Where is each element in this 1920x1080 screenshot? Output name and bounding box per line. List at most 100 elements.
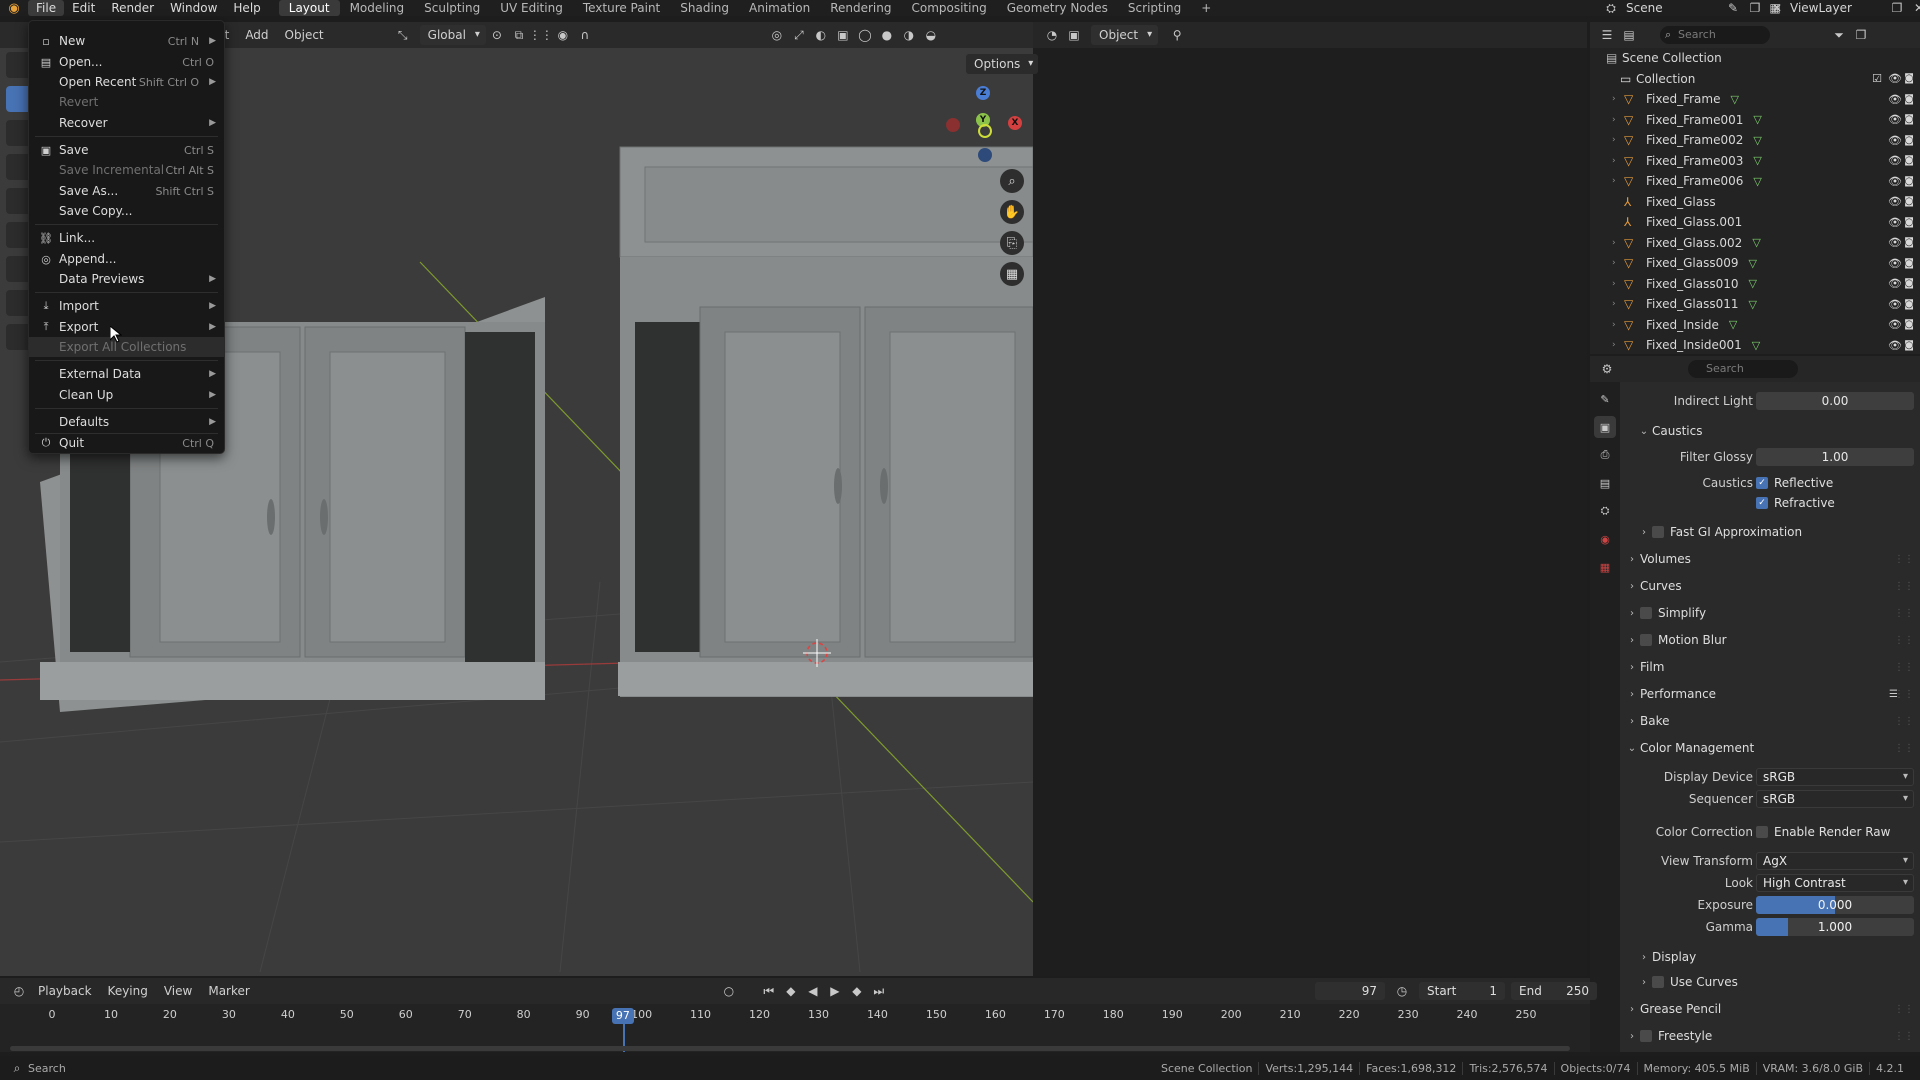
display-subsection[interactable]: › Display [1624,946,1918,968]
expand-arrow-icon[interactable]: › [1612,156,1624,166]
gizmo-toggle-icon[interactable]: ⤢ [790,26,808,44]
menu-marker[interactable]: Marker [200,981,257,1001]
drag-handle-icon[interactable]: ⋮⋮ [1894,662,1914,673]
menu-item-import[interactable]: ⤓ Import ▶ [29,296,224,316]
rendered-shading-icon[interactable]: ◒ [922,26,940,44]
outliner-object-row[interactable]: › ▽ Fixed_Frame001 ▽ 👁 ◙ [1590,110,1920,131]
view-transform-dropdown[interactable]: AgX [1756,852,1914,870]
look-dropdown[interactable]: High Contrast [1756,874,1914,892]
outliner-object-row[interactable]: ⅄ Fixed_Glass.001 👁 ◙ [1590,212,1920,233]
close-layer-icon[interactable]: ✕ [1910,0,1920,17]
tab-scripting[interactable]: Scripting [1118,0,1191,16]
eye-icon[interactable]: 👁 [1888,216,1902,229]
freestyle-checkbox[interactable] [1640,1030,1652,1042]
camera-icon[interactable]: ◙ [1904,340,1914,351]
exposure-slider[interactable]: 0.000 [1756,896,1914,914]
drag-handle-icon[interactable]: ⋮⋮ [1894,554,1914,565]
outliner-object-row[interactable]: › ▽ Fixed_Frame003 ▽ 👁 ◙ [1590,151,1920,172]
camera-icon[interactable]: ◙ [1904,114,1914,125]
empty-editor-area[interactable] [1033,22,1587,976]
mesh-data-icon[interactable]: ▽ [1752,236,1760,249]
outliner-collection[interactable]: ▭ Collection ☑ 👁 ◙ [1590,69,1920,90]
mesh-data-icon[interactable]: ▽ [1753,113,1761,126]
use-curves-subsection[interactable]: › Use Curves [1624,971,1918,993]
view-layer-tab-icon[interactable]: ▤ [1594,472,1616,494]
drag-handle-icon[interactable]: ⋮⋮ [1894,689,1914,700]
tab-animation[interactable]: Animation [739,0,820,16]
transform-orientation-dropdown[interactable]: Global [419,25,486,45]
filter-glossy-field[interactable]: 1.00 [1756,448,1914,466]
mesh-data-icon[interactable]: ▽ [1749,277,1757,290]
mesh-data-icon[interactable]: ▽ [1729,318,1737,331]
current-frame-indicator[interactable]: 97 [611,1008,634,1024]
duplicate-scene-icon[interactable]: ❐ [1746,0,1764,17]
eye-icon[interactable]: 👁 [1888,257,1902,270]
menu-playback[interactable]: Playback [30,981,100,1001]
outliner-object-row[interactable]: › ▽ Fixed_Glass011 ▽ 👁 ◙ [1590,294,1920,315]
outliner-search-input[interactable]: Search [1660,26,1770,44]
menu-item-clean-up[interactable]: Clean Up ▶ [29,385,224,405]
new-collection-icon[interactable]: ❐ [1852,26,1870,44]
properties-search-input[interactable]: Search [1688,360,1798,378]
eye-icon[interactable]: 👁 [1888,298,1902,311]
editor-type-icon[interactable]: ◴ [10,982,28,1000]
mesh-data-icon[interactable]: ▽ [1749,298,1757,311]
simplify-checkbox[interactable] [1640,607,1652,619]
texture-tab-icon[interactable]: ▦ [1594,556,1616,578]
menu-item-save[interactable]: ▣ Save Ctrl S [29,140,224,160]
output-tab-icon[interactable]: ⎙ [1594,444,1616,466]
display-device-dropdown[interactable]: sRGB [1756,768,1914,786]
eye-icon[interactable]: 👁 [1888,195,1902,208]
next-keyframe-icon[interactable]: ◆ [848,982,866,1000]
blender-logo-icon[interactable]: ◉ [0,0,28,16]
volumes-section[interactable]: › Volumes ⋮⋮ [1624,548,1918,570]
menu-render[interactable]: Render [103,0,162,16]
eye-icon[interactable]: 👁 [1888,154,1902,167]
camera-icon[interactable]: ◙ [1904,135,1914,146]
expand-arrow-icon[interactable]: › [1612,238,1624,248]
menu-object[interactable]: Object [277,25,332,45]
editor-type-icon[interactable]: ⚙ [1598,360,1616,378]
expand-arrow-icon[interactable]: › [1612,115,1624,125]
tab-rendering[interactable]: Rendering [820,0,901,16]
menu-item-external-data[interactable]: External Data ▶ [29,364,224,384]
menu-item-defaults[interactable]: Defaults ▶ [29,412,224,432]
end-frame-field[interactable]: End 250 [1511,982,1597,1000]
menu-item-data-previews[interactable]: Data Previews ▶ [29,269,224,289]
tab-texture-paint[interactable]: Texture Paint [573,0,670,16]
eye-icon[interactable]: 👁 [1888,339,1902,352]
mode-dropdown[interactable]: Object [1091,25,1159,45]
menu-help[interactable]: Help [225,0,268,16]
fast-gi-checkbox[interactable] [1652,526,1664,538]
outliner-object-row[interactable]: › ▽ Fixed_Inside001 ▽ 👁 ◙ [1590,335,1920,354]
stopwatch-icon[interactable]: ◷ [1393,982,1411,1000]
snap-grid-icon[interactable]: ⋮⋮ [529,26,553,44]
color-management-section[interactable]: ⌄ Color Management ⋮⋮ [1624,737,1918,759]
drag-handle-icon[interactable]: ⋮⋮ [1894,743,1914,754]
view-layer-name[interactable]: ViewLayer [1786,1,1886,15]
gizmo-neg-z[interactable] [978,148,992,162]
jump-end-icon[interactable]: ⏭ [870,982,888,1000]
outliner-object-row[interactable]: › ▽ Fixed_Glass.002 ▽ 👁 ◙ [1590,233,1920,254]
bake-section[interactable]: › Bake ⋮⋮ [1624,710,1918,732]
expand-arrow-icon[interactable]: › [1612,176,1624,186]
display-mode-icon[interactable]: ▤ [1620,26,1638,44]
menu-item-new[interactable]: ▫ New Ctrl N ▶ [29,31,224,51]
pin-icon[interactable]: ⚲ [1168,26,1186,44]
eye-icon[interactable]: 👁 [1888,113,1902,126]
timeline-scrollbar[interactable] [10,1046,1570,1051]
outliner-object-row[interactable]: › ▽ Fixed_Frame ▽ 👁 ◙ [1590,89,1920,110]
outliner-object-row[interactable]: › ▽ Fixed_Glass009 ▽ 👁 ◙ [1590,253,1920,274]
falloff-icon[interactable]: ∩ [576,26,594,44]
menu-item-open-recent[interactable]: Open Recent Shift Ctrl O ▶ [29,72,224,92]
camera-icon[interactable]: ◙ [1904,155,1914,166]
camera-icon[interactable]: ◙ [1904,278,1914,289]
add-workspace-button[interactable]: + [1191,0,1221,16]
indirect-light-field[interactable]: 0.00 [1756,392,1914,410]
prev-keyframe-icon[interactable]: ◆ [782,982,800,1000]
tab-compositing[interactable]: Compositing [901,0,996,16]
drag-handle-icon[interactable]: ⋮⋮ [1894,1031,1914,1042]
menu-keying[interactable]: Keying [100,981,156,1001]
freestyle-section[interactable]: › Freestyle ⋮⋮ [1624,1025,1918,1047]
gizmo-neg-y[interactable] [978,124,992,138]
